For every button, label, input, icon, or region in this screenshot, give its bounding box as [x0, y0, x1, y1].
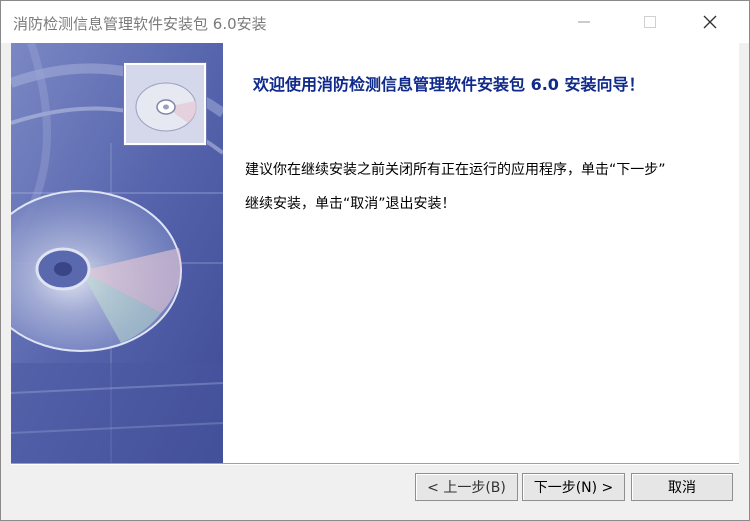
close-button[interactable]: [687, 1, 733, 43]
back-button[interactable]: < 上一步(B): [415, 473, 518, 501]
wizard-content: 欢迎使用消防检测信息管理软件安装包 6.0 安装向导！ 建议你在继续安装之前关闭…: [11, 43, 739, 463]
instruction-line: 建议你在继续安装之前关闭所有正在运行的应用程序，单击“下一步”: [245, 162, 666, 178]
minimize-icon: [578, 21, 590, 23]
installer-window: 消防检测信息管理软件安装包 6.0安装 欢迎使用消防检测信息管理软件安装包 6.…: [0, 0, 750, 521]
next-button[interactable]: 下一步(N) >: [522, 473, 625, 501]
title-bar[interactable]: 消防检测信息管理软件安装包 6.0安装: [1, 1, 749, 43]
maximize-button[interactable]: [627, 1, 673, 43]
window-title: 消防检测信息管理软件安装包 6.0安装: [13, 15, 267, 33]
welcome-heading: 欢迎使用消防检测信息管理软件安装包 6.0 安装向导！: [253, 75, 645, 94]
minimize-button[interactable]: [561, 1, 607, 43]
instruction-line: 继续安装，单击“取消”退出安装！: [245, 196, 456, 212]
wizard-banner-image: [11, 43, 223, 463]
button-divider: [11, 463, 739, 465]
cancel-button[interactable]: 取消: [631, 473, 733, 501]
cd-icon: [124, 63, 206, 145]
instruction-text: 建议你在继续安装之前关闭所有正在运行的应用程序，单击“下一步” 继续安装，单击“…: [245, 153, 735, 221]
close-icon: [703, 15, 717, 29]
maximize-icon: [644, 16, 656, 28]
